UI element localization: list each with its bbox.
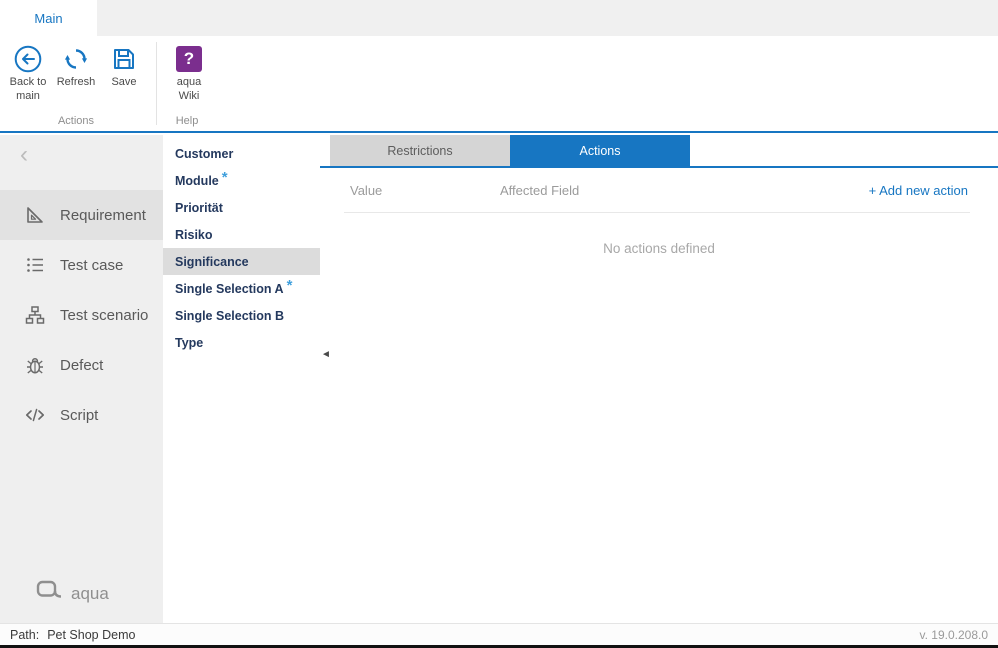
field-label: Single Selection A (175, 282, 284, 296)
sidebar-nav: Requirement Test case (0, 190, 163, 440)
version-label: v. 19.0.208.0 (920, 628, 989, 642)
field-label: Risiko (175, 228, 213, 242)
field-label: Customer (175, 147, 233, 161)
application-window: Main Back to main (0, 0, 998, 648)
ribbon: Back to main Refresh (0, 36, 998, 133)
back-to-main-label-line2: main (16, 90, 40, 102)
sidebar-item-defect[interactable]: Defect (0, 340, 163, 390)
status-bar: Path: Pet Shop Demo v. 19.0.208.0 (0, 623, 998, 645)
field-label: Module (175, 174, 219, 188)
path-label: Path: (10, 628, 39, 642)
field-item-single-selection-b[interactable]: Single Selection B (163, 302, 320, 329)
column-header-affected-field: Affected Field (500, 183, 869, 198)
aqua-wiki-label-line2: Wiki (179, 90, 200, 102)
ribbon-group-help-label: Help (161, 115, 213, 131)
required-marker: * (222, 169, 228, 186)
field-item-type[interactable]: Type (163, 329, 320, 356)
tab-restrictions-label: Restrictions (387, 144, 452, 158)
field-label: Single Selection B (175, 309, 284, 323)
field-item-prioritaet[interactable]: Priorität (163, 194, 320, 221)
field-list-panel: Customer Module * Priorität Risiko Signi… (163, 135, 320, 623)
field-label: Significance (175, 255, 249, 269)
sidebar-item-test-case[interactable]: Test case (0, 240, 163, 290)
back-to-main-button[interactable]: Back to main (4, 41, 52, 104)
refresh-label: Refresh (57, 76, 96, 90)
back-arrow-icon (13, 44, 43, 74)
ribbon-group-help: ? aqua Wiki Help (161, 36, 213, 131)
defect-bug-icon (24, 354, 46, 376)
field-item-customer[interactable]: Customer (163, 140, 320, 167)
sidebar-item-requirement[interactable]: Requirement (0, 190, 163, 240)
aqua-logo: aqua (36, 580, 109, 607)
content-tabbar: Restrictions Actions (320, 135, 998, 168)
required-marker: * (287, 277, 293, 294)
aqua-wiki-label-line1: aqua (177, 76, 201, 88)
sidebar-item-label: Script (60, 407, 98, 424)
ribbon-tab-main-label: Main (34, 11, 62, 26)
column-header-value: Value (350, 183, 500, 198)
actions-table-header: Value Affected Field + Add new action (320, 168, 998, 212)
sidebar-item-label: Defect (60, 357, 103, 374)
sidebar-item-script[interactable]: Script (0, 390, 163, 440)
aqua-wiki-label: aqua Wiki (177, 76, 201, 104)
field-item-risiko[interactable]: Risiko (163, 221, 320, 248)
sidebar: ‹ Requirement (0, 135, 163, 623)
requirement-set-square-icon (24, 204, 46, 226)
sidebar-item-test-scenario[interactable]: Test scenario (0, 290, 163, 340)
back-to-main-label-line1: Back to (10, 76, 47, 88)
aqua-wiki-button[interactable]: ? aqua Wiki (165, 41, 213, 104)
aqua-logo-icon (36, 580, 63, 607)
add-new-action-button[interactable]: + Add new action (869, 183, 968, 198)
tab-restrictions[interactable]: Restrictions (330, 135, 510, 166)
empty-actions-message: No actions defined (320, 213, 998, 256)
question-mark-icon: ? (176, 46, 202, 72)
field-item-single-selection-a[interactable]: Single Selection A * (163, 275, 320, 302)
script-code-icon (24, 404, 46, 426)
aqua-wiki-icon: ? (174, 44, 204, 74)
sidebar-collapse-button[interactable]: ‹ (20, 143, 28, 167)
ribbon-group-help-buttons: ? aqua Wiki (161, 41, 213, 115)
content-area: Restrictions Actions Value Affected Fiel… (320, 135, 998, 623)
field-label: Type (175, 336, 203, 350)
ribbon-tab-main[interactable]: Main (0, 0, 97, 36)
ribbon-group-divider (156, 42, 157, 125)
sidebar-item-label: Requirement (60, 207, 146, 224)
refresh-icon (61, 44, 91, 74)
panel-collapse-handle[interactable]: ◄ (321, 349, 331, 360)
field-item-significance[interactable]: Significance (163, 248, 320, 275)
field-item-module[interactable]: Module * (163, 167, 320, 194)
path-value: Pet Shop Demo (47, 628, 135, 642)
ribbon-tabstrip: Main (0, 0, 998, 36)
ribbon-group-actions-label: Actions (0, 115, 152, 131)
tab-actions-label: Actions (580, 144, 621, 158)
tab-actions[interactable]: Actions (510, 135, 690, 166)
sidebar-item-label: Test case (60, 257, 123, 274)
ribbon-group-actions: Back to main Refresh (0, 36, 152, 131)
save-button[interactable]: Save (100, 41, 148, 90)
test-scenario-hierarchy-icon (24, 304, 46, 326)
ribbon-group-actions-buttons: Back to main Refresh (0, 41, 152, 115)
save-floppy-icon (109, 44, 139, 74)
test-case-list-icon (24, 254, 46, 276)
back-to-main-label: Back to main (10, 76, 47, 104)
field-label: Priorität (175, 201, 223, 215)
refresh-button[interactable]: Refresh (52, 41, 100, 90)
save-label: Save (111, 76, 136, 90)
sidebar-item-label: Test scenario (60, 307, 148, 324)
aqua-logo-text: aqua (71, 584, 109, 604)
